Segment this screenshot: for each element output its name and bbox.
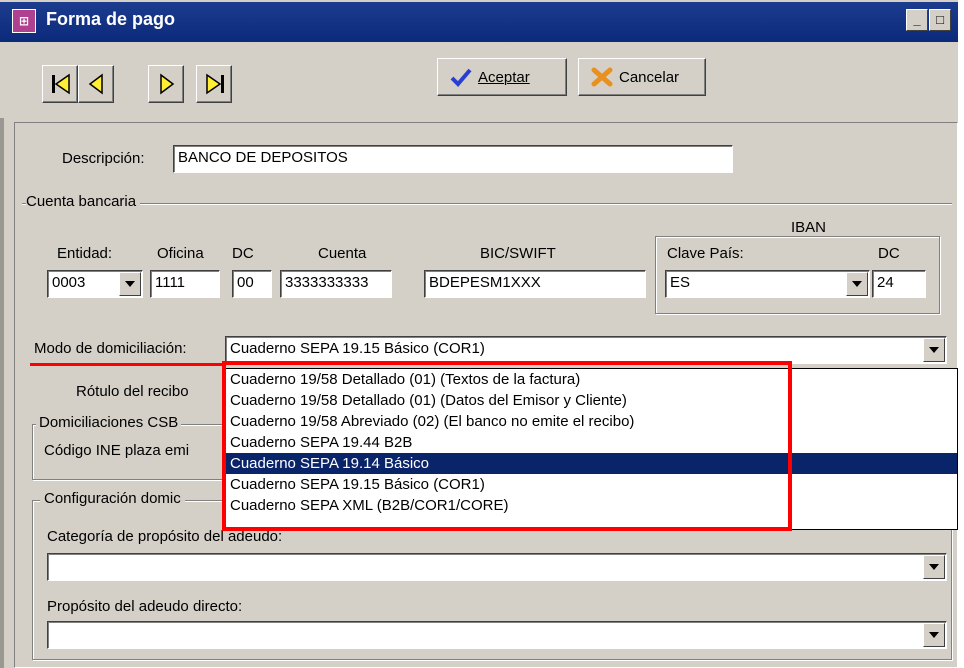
- cuenta-group-line: [22, 203, 952, 204]
- checkmark-icon: [450, 68, 472, 87]
- first-record-button[interactable]: [42, 65, 78, 103]
- chevron-down-icon[interactable]: [923, 555, 945, 579]
- iban-dc-label: DC: [878, 245, 900, 262]
- entidad-select[interactable]: 0003: [47, 270, 143, 298]
- cuenta-field[interactable]: 3333333333: [280, 270, 392, 298]
- last-record-icon: [206, 73, 224, 95]
- csb-group-label: Domiciliaciones CSB: [36, 414, 182, 431]
- modo-select[interactable]: Cuaderno SEPA 19.15 Básico (COR1): [225, 336, 947, 364]
- accept-button[interactable]: Aceptar: [437, 58, 567, 96]
- clave-pais-value: ES: [670, 274, 691, 291]
- proposito-select[interactable]: [47, 621, 947, 649]
- clave-pais-select[interactable]: ES: [665, 270, 870, 298]
- first-record-icon: [52, 73, 70, 95]
- rotulo-label: Rótulo del recibo: [76, 383, 189, 400]
- form-app-icon: ⊞: [12, 9, 36, 33]
- cancel-button[interactable]: Cancelar: [578, 58, 706, 96]
- dc-field[interactable]: 00: [232, 270, 272, 298]
- window-title: Forma de pago: [46, 9, 176, 29]
- previous-record-button[interactable]: [78, 65, 114, 103]
- chevron-down-icon[interactable]: [119, 272, 141, 296]
- descripcion-label: Descripción:: [62, 150, 145, 167]
- oficina-label: Oficina: [157, 245, 204, 262]
- next-record-icon: [160, 73, 175, 95]
- clave-pais-label: Clave País:: [667, 245, 744, 262]
- iban-label: IBAN: [791, 219, 827, 236]
- cuenta-bancaria-label: Cuenta bancaria: [26, 193, 141, 210]
- modo-value: Cuaderno SEPA 19.15 Básico (COR1): [230, 340, 485, 357]
- categoria-select[interactable]: [47, 553, 947, 581]
- cuenta-label: Cuenta: [318, 245, 367, 262]
- entidad-value: 0003: [52, 274, 86, 291]
- highlight-box: [222, 361, 792, 531]
- oficina-field[interactable]: 1111: [150, 270, 220, 298]
- last-record-button[interactable]: [196, 65, 232, 103]
- bic-label: BIC/SWIFT: [480, 245, 556, 262]
- dc-label: DC: [232, 245, 254, 262]
- proposito-label: Propósito del adeudo directo:: [47, 598, 243, 615]
- modo-label: Modo de domiciliación:: [34, 340, 187, 357]
- minimize-button[interactable]: _: [906, 9, 928, 31]
- config-group-label: Configuración domic: [40, 490, 185, 507]
- descripcion-field[interactable]: BANCO DE DEPOSITOS: [173, 145, 733, 173]
- chevron-down-icon[interactable]: [846, 272, 868, 296]
- accept-label: Aceptar: [478, 68, 530, 86]
- iban-dc-field[interactable]: 24: [872, 270, 926, 298]
- highlight-underline: [30, 363, 224, 366]
- next-record-button[interactable]: [148, 65, 184, 103]
- chevron-down-icon[interactable]: [923, 338, 945, 362]
- ine-label: Código INE plaza emi: [44, 442, 190, 459]
- bic-field[interactable]: BDEPESM1XXX: [424, 270, 646, 298]
- entidad-label: Entidad:: [57, 245, 113, 262]
- chevron-down-icon[interactable]: [923, 623, 945, 647]
- previous-record-icon: [88, 73, 103, 95]
- cancel-label: Cancelar: [619, 68, 680, 86]
- cancel-x-icon: [591, 67, 613, 87]
- maximize-button[interactable]: □: [929, 9, 951, 31]
